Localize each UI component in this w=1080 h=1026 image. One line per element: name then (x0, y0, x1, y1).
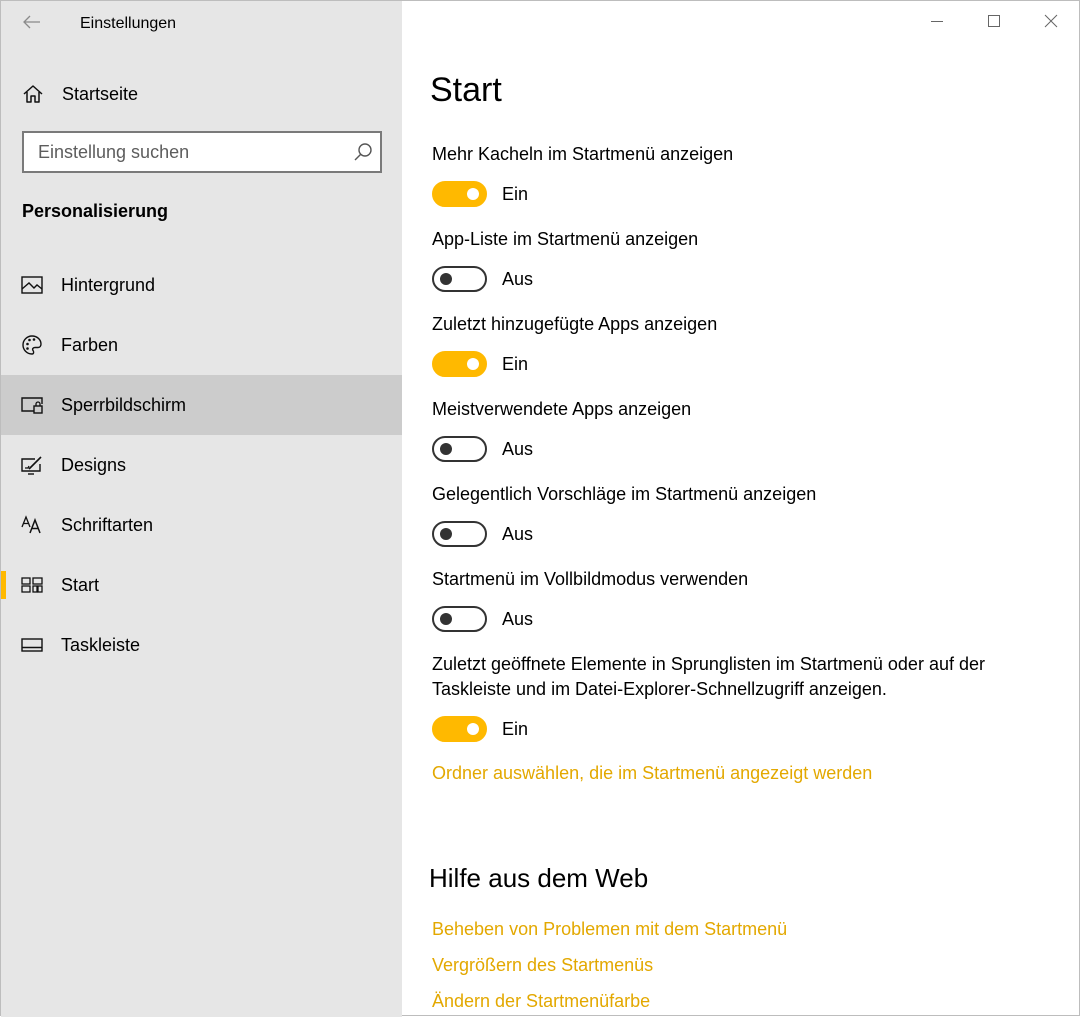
minimize-icon (930, 21, 943, 22)
palette-icon (21, 334, 43, 356)
sidebar-nav: Hintergrund Farben Sperrbildschirm Desig… (1, 255, 402, 675)
picture-icon (21, 274, 43, 296)
setting-fullscreen: Startmenü im Vollbildmodus verwenden Aus (432, 567, 1052, 632)
toggle-row: Ein (432, 181, 1052, 207)
toggle-knob (440, 528, 452, 540)
back-arrow-icon (23, 15, 40, 29)
toggle-state: Aus (502, 608, 534, 629)
sidebar-item-schriftarten[interactable]: Schriftarten (1, 495, 402, 555)
help-header: Hilfe aus dem Web (429, 863, 649, 893)
toggle-knob (467, 723, 479, 735)
maximize-icon (987, 15, 1000, 27)
sidebar-item-home[interactable]: Startseite (1, 73, 402, 115)
toggle-switch[interactable] (432, 181, 487, 207)
main-content: Start Mehr Kacheln im Startmenü anzeigen… (402, 1, 1079, 1015)
toggle-knob (440, 443, 452, 455)
taskbar-icon (21, 634, 43, 656)
toggle-state: Aus (502, 523, 534, 544)
toggle-row: Ein (432, 351, 1052, 377)
back-button[interactable] (17, 9, 47, 35)
fonts-icon (21, 514, 43, 536)
maximize-button[interactable] (965, 1, 1022, 41)
help-link-color[interactable]: Ändern der Startmenüfarbe (432, 990, 787, 1026)
help-links: Beheben von Problemen mit dem Startmenü … (432, 918, 787, 1026)
settings-window: Einstellungen Startseite Personalisierun… (0, 0, 1080, 1017)
setting-label: Zuletzt geöffnete Elemente in Sprunglist… (432, 654, 985, 699)
search-icon[interactable] (353, 142, 373, 162)
sidebar-item-hintergrund[interactable]: Hintergrund (1, 255, 402, 315)
toggle-state: Ein (502, 183, 529, 204)
lock-screen-icon (21, 394, 43, 416)
toggle-row: Aus (432, 606, 1052, 632)
sidebar-item-sperrbildschirm[interactable]: Sperrbildschirm (1, 375, 402, 435)
toggle-row: Aus (432, 436, 1052, 462)
start-icon (21, 574, 43, 596)
toggle-state: Aus (502, 268, 534, 289)
help-link-enlarge[interactable]: Vergrößern des Startmenüs (432, 954, 787, 990)
toggle-switch[interactable] (432, 351, 487, 377)
choose-folders-link[interactable]: Ordner auswählen, die im Startmenü angez… (432, 763, 872, 784)
sidebar-item-label: Start (61, 574, 100, 595)
setting-label: Startmenü im Vollbildmodus verwenden (432, 569, 749, 589)
toggle-switch[interactable] (432, 521, 487, 547)
sidebar-item-label: Schriftarten (61, 514, 154, 535)
sidebar-item-label: Designs (61, 454, 127, 475)
sidebar-item-start[interactable]: Start (1, 555, 402, 615)
toggle-switch[interactable] (432, 716, 487, 742)
sidebar-item-label: Hintergrund (61, 274, 156, 295)
home-icon (22, 83, 46, 105)
toggle-row: Ein (432, 716, 992, 742)
sidebar-item-label: Taskleiste (61, 634, 141, 655)
sidebar-item-farben[interactable]: Farben (1, 315, 402, 375)
sidebar-item-label: Farben (61, 334, 119, 355)
setting-more-tiles: Mehr Kacheln im Startmenü anzeigen Ein (432, 142, 1052, 207)
sidebar-item-taskleiste[interactable]: Taskleiste (1, 615, 402, 675)
minimize-button[interactable] (908, 1, 965, 41)
setting-jump-lists: Zuletzt geöffnete Elemente in Sprunglist… (432, 652, 992, 742)
toggle-state: Ein (502, 718, 529, 739)
sidebar-item-label: Sperrbildschirm (61, 394, 187, 415)
sidebar: Einstellungen Startseite Personalisierun… (1, 1, 402, 1017)
setting-label: Gelegentlich Vorschläge im Startmenü anz… (432, 484, 817, 504)
setting-label: Zuletzt hinzugefügte Apps anzeigen (432, 314, 718, 334)
caption-buttons (908, 1, 1079, 41)
setting-most-used: Meistverwendete Apps anzeigen Aus (432, 397, 1052, 462)
setting-label: Mehr Kacheln im Startmenü anzeigen (432, 144, 734, 164)
search-box (22, 131, 382, 173)
toggle-state: Ein (502, 353, 529, 374)
toggle-state: Aus (502, 438, 534, 459)
help-link-troubleshoot[interactable]: Beheben von Problemen mit dem Startmenü (432, 918, 787, 954)
toggle-knob (440, 273, 452, 285)
setting-label: App-Liste im Startmenü anzeigen (432, 229, 699, 249)
search-input[interactable] (24, 133, 348, 171)
toggle-switch[interactable] (432, 606, 487, 632)
close-button[interactable] (1022, 1, 1079, 41)
toggle-knob (440, 613, 452, 625)
setting-label: Meistverwendete Apps anzeigen (432, 399, 692, 419)
section-header: Personalisierung (22, 201, 169, 221)
toggle-switch[interactable] (432, 436, 487, 462)
page-title: Start (430, 71, 502, 109)
setting-recently-added: Zuletzt hinzugefügte Apps anzeigen Ein (432, 312, 1052, 377)
setting-app-list: App-Liste im Startmenü anzeigen Aus (432, 227, 1052, 292)
sidebar-item-designs[interactable]: Designs (1, 435, 402, 495)
toggle-switch[interactable] (432, 266, 487, 292)
app-title: Einstellungen (80, 15, 177, 32)
close-icon (1044, 14, 1057, 28)
toggle-row: Aus (432, 266, 1052, 292)
home-label: Startseite (62, 83, 139, 104)
selection-indicator (1, 571, 6, 599)
designs-icon (21, 454, 43, 476)
toggle-knob (467, 188, 479, 200)
toggle-row: Aus (432, 521, 1052, 547)
toggle-knob (467, 358, 479, 370)
setting-suggestions: Gelegentlich Vorschläge im Startmenü anz… (432, 482, 1052, 547)
